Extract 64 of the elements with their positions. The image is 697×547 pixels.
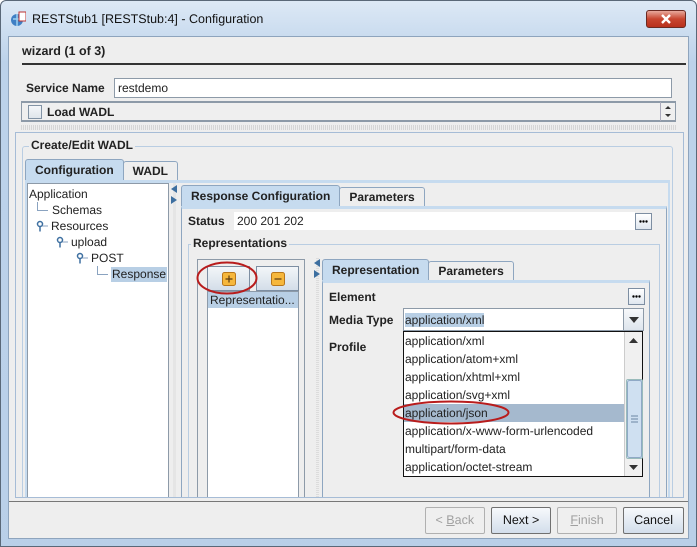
list-item[interactable]: Representatio... — [208, 292, 298, 308]
scroll-up-icon — [629, 338, 638, 343]
dropdown-option[interactable]: application/svg+xml — [404, 386, 624, 404]
status-field[interactable]: 200 201 202 — [234, 212, 635, 230]
remove-button[interactable] — [256, 266, 299, 291]
caret-icon — [628, 316, 638, 322]
ellipsis-icon — [639, 220, 648, 222]
dropdown-button[interactable] — [623, 309, 643, 330]
left-arrow-icon — [314, 259, 320, 267]
group-title: Create/Edit WADL — [29, 138, 136, 152]
checkbox[interactable] — [28, 104, 42, 118]
left-arrow-icon — [171, 185, 177, 193]
minus-icon — [270, 272, 284, 286]
tree-item[interactable]: Response — [111, 266, 168, 282]
tree-line-icon — [37, 202, 48, 211]
close-icon — [660, 14, 672, 24]
ellipsis-icon — [632, 295, 641, 298]
dropdown-option[interactable]: application/json — [404, 404, 624, 422]
combo-value: application/xml — [405, 312, 484, 326]
tab[interactable]: Configuration — [25, 159, 124, 180]
ellipsis-button[interactable] — [635, 212, 652, 230]
add-button[interactable] — [207, 266, 250, 291]
right-arrow-icon — [314, 270, 320, 278]
field-label: Element — [329, 290, 377, 304]
expanded-handle-icon[interactable] — [56, 234, 68, 250]
tab[interactable]: Response Configuration — [181, 185, 340, 206]
checkbox-label: Load WADL — [47, 104, 116, 118]
window-title: RESTStub1 [RESTStub:4] - Configuration — [32, 12, 264, 26]
tree-item[interactable]: Resources — [50, 218, 110, 234]
tab[interactable]: Parameters — [428, 261, 514, 280]
group-title: Representations — [191, 236, 290, 250]
scroll-down-icon — [629, 465, 638, 470]
splitter-handle[interactable] — [169, 183, 179, 497]
splitter-handle[interactable] — [21, 125, 676, 130]
dropdown-option[interactable]: application/xml — [404, 332, 624, 350]
dropdown-option[interactable]: application/x-www-form-urlencoded — [404, 422, 624, 440]
field-label: Profile — [329, 340, 368, 354]
tree-item[interactable]: POST — [90, 250, 125, 266]
dropdown-option[interactable]: multipart/form-data — [404, 440, 624, 458]
plus-icon — [222, 272, 236, 286]
ellipsis-button[interactable] — [628, 288, 645, 305]
tab[interactable]: Representation — [322, 259, 430, 280]
close-button[interactable] — [646, 10, 686, 28]
dropdown-option[interactable]: application/octet-stream — [404, 458, 624, 476]
dropdown-option[interactable]: application/xhtml+xml — [404, 368, 624, 386]
app-icon — [10, 10, 26, 26]
field-label: Media Type — [329, 312, 394, 326]
expanded-handle-icon[interactable] — [76, 250, 88, 266]
tree-item[interactable]: Schemas — [51, 202, 104, 218]
expanded-handle-icon[interactable] — [36, 218, 48, 234]
right-arrow-icon — [171, 196, 177, 204]
field-label: Service Name — [26, 81, 106, 95]
tab[interactable]: Parameters — [339, 187, 425, 206]
dropdown-option[interactable]: application/atom+xml — [404, 350, 624, 368]
tree-item[interactable]: Application — [28, 186, 89, 202]
wizard-button[interactable]: Cancel — [623, 506, 684, 534]
field-label: Status — [188, 214, 226, 228]
tab[interactable]: WADL — [122, 161, 178, 180]
tree-line-icon — [97, 266, 108, 275]
wizard-header: wizard (1 of 3) — [22, 44, 686, 65]
tree-item[interactable]: upload — [70, 234, 108, 250]
wizard-button[interactable]: Next > — [491, 506, 552, 534]
scrollbar[interactable] — [624, 332, 642, 476]
service-name-field[interactable]: restdemo — [114, 78, 672, 98]
